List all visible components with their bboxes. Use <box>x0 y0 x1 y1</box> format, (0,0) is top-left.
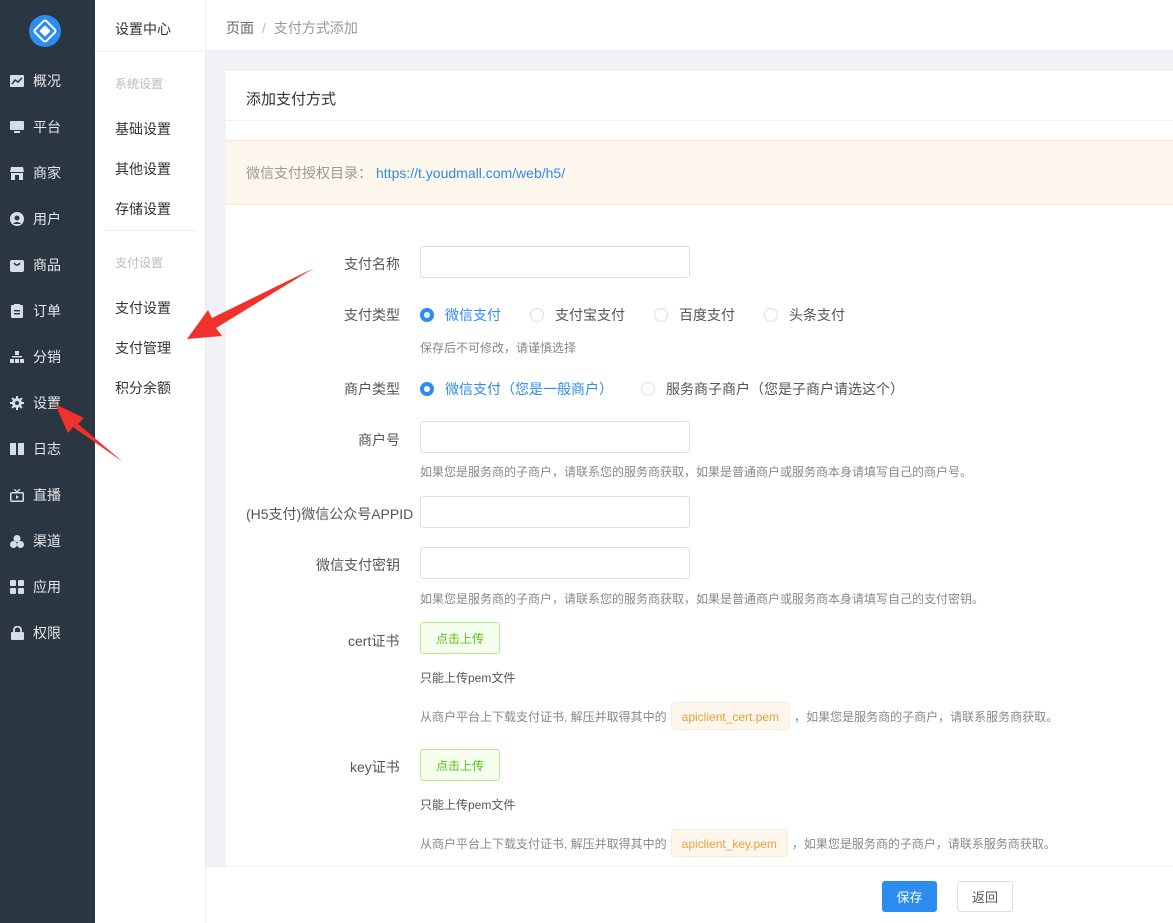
secret-input[interactable] <box>420 547 690 579</box>
auth-directory-notice: 微信支付授权目录： https://t.youdmall.com/web/h5/ <box>226 140 1173 205</box>
book-icon <box>10 442 24 456</box>
form-footer: 保存 返回 <box>206 866 1173 923</box>
user-icon <box>10 212 24 226</box>
back-button[interactable]: 返回 <box>957 881 1013 912</box>
nav-item-live[interactable]: 直播 <box>0 472 95 518</box>
pay-type-hint: 保存后不可修改，请谨慎选择 <box>420 341 577 355</box>
pay-name-input[interactable] <box>420 246 690 278</box>
breadcrumb: 页面 / 支付方式添加 <box>226 18 358 38</box>
cert-upload-button[interactable]: 点击上传 <box>420 622 500 654</box>
submenu-item-storage[interactable]: 存储设置 <box>115 199 171 219</box>
pay-type-label: 支付类型 <box>344 307 400 323</box>
nav-item-channel[interactable]: 渠道 <box>0 518 95 564</box>
submenu-divider <box>95 51 206 52</box>
clipboard-icon <box>10 304 24 318</box>
settings-submenu: 设置中心 系统设置 基础设置 其他设置 存储设置 支付设置 支付设置 支付管理 … <box>95 0 206 923</box>
radio-dot <box>654 308 668 322</box>
monitor-icon <box>10 120 24 134</box>
lock-icon <box>10 626 24 640</box>
nav-item-platform[interactable]: 平台 <box>0 104 95 150</box>
mch-id-input[interactable] <box>420 421 690 453</box>
key-pem-note: 只能上传pem文件 <box>420 798 516 812</box>
submenu-item-other[interactable]: 其他设置 <box>115 159 171 179</box>
submenu-item-payment-management[interactable]: 支付管理 <box>115 338 171 358</box>
breadcrumb-separator: / <box>262 20 266 36</box>
form-card: 添加支付方式 微信支付授权目录： https://t.youdmall.com/w… <box>226 71 1173 866</box>
appid-input[interactable] <box>420 496 690 528</box>
pay-type-radio-alipay[interactable]: 支付宝支付 <box>530 305 625 325</box>
nav-item-distribution[interactable]: 分销 <box>0 334 95 380</box>
merchant-type-label: 商户类型 <box>344 381 400 397</box>
nav-item-permission[interactable]: 权限 <box>0 610 95 656</box>
bag-icon <box>10 258 24 272</box>
sitemap-icon <box>10 350 24 364</box>
nav-item-apps[interactable]: 应用 <box>0 564 95 610</box>
submenu-item-payment-settings[interactable]: 支付设置 <box>115 298 171 318</box>
radio-dot <box>420 308 434 322</box>
nav-item-user[interactable]: 用户 <box>0 196 95 242</box>
submenu-item-points-balance[interactable]: 积分余额 <box>115 378 171 398</box>
submenu-item-basic[interactable]: 基础设置 <box>115 119 171 139</box>
submenu-group-system: 系统设置 <box>115 77 164 91</box>
tv-icon <box>10 488 24 502</box>
cert-file-tag: apiclient_cert.pem <box>670 702 791 730</box>
merchant-type-radio-sub[interactable]: 服务商子商户（您是子商户请选这个） <box>641 379 904 399</box>
breadcrumb-current: 支付方式添加 <box>273 20 358 36</box>
radio-dot <box>764 308 778 322</box>
page-title: 添加支付方式 <box>246 91 337 108</box>
mch-id-label: 商户号 <box>358 432 400 448</box>
radio-dot <box>641 382 655 396</box>
key-label: key证书 <box>350 759 400 775</box>
pay-type-radio-baidu[interactable]: 百度支付 <box>654 305 735 325</box>
radio-dot <box>420 382 434 396</box>
nav-item-merchant[interactable]: 商家 <box>0 150 95 196</box>
notice-label: 微信支付授权目录： <box>246 164 372 181</box>
breadcrumb-root[interactable]: 页面 <box>226 20 254 36</box>
key-upload-button[interactable]: 点击上传 <box>420 749 500 781</box>
notice-url-link[interactable]: https://t.youdmall.com/web/h5/ <box>376 165 565 181</box>
save-button[interactable]: 保存 <box>882 881 937 912</box>
pay-type-radio-wechat[interactable]: 微信支付 <box>420 305 501 325</box>
cert-pem-note: 只能上传pem文件 <box>420 671 516 685</box>
nav-item-order[interactable]: 订单 <box>0 288 95 334</box>
submenu-group-payment: 支付设置 <box>115 256 164 270</box>
appid-label: (H5支付)微信公众号APPID <box>246 506 414 522</box>
cert-label: cert证书 <box>348 633 400 649</box>
card-divider <box>226 120 1173 121</box>
pay-name-label: 支付名称 <box>344 256 400 272</box>
cert-description: 从商户平台上下载支付证书, 解压并取得其中的 apiclient_cert.pem… <box>420 702 1058 730</box>
nav-item-overview[interactable]: 概况 <box>0 58 95 104</box>
nav-item-log[interactable]: 日志 <box>0 426 95 472</box>
key-file-tag: apiclient_key.pem <box>670 829 788 857</box>
store-icon <box>10 166 24 180</box>
submenu-divider <box>105 230 195 231</box>
page-header: 页面 / 支付方式添加 <box>206 0 1173 51</box>
logo-icon[interactable] <box>29 15 61 47</box>
radio-dot <box>530 308 544 322</box>
cubes-icon <box>10 534 24 548</box>
secret-hint: 如果您是服务商的子商户，请联系您的服务商获取，如果是普通商户或服务商本身请填写自… <box>420 592 985 606</box>
mch-id-hint: 如果您是服务商的子商户，请联系您的服务商获取，如果是普通商户或服务商本身请填写自… <box>420 465 973 479</box>
submenu-title: 设置中心 <box>115 21 171 37</box>
nav-item-goods[interactable]: 商品 <box>0 242 95 288</box>
merchant-type-radio-normal[interactable]: 微信支付（您是一般商户） <box>420 379 613 399</box>
secret-label: 微信支付密钥 <box>316 557 400 573</box>
key-description: 从商户平台上下载支付证书, 解压并取得其中的 apiclient_key.pem，… <box>420 829 1056 857</box>
grid-icon <box>10 580 24 594</box>
chart-icon <box>10 74 24 88</box>
nav-item-settings[interactable]: 设置 <box>0 380 95 426</box>
pay-type-radio-toutiao[interactable]: 头条支付 <box>764 305 845 325</box>
main-nav: 概况 平台 商家 用户 商品 订单 分销 设置 日志 直播 渠道 应用 权限 <box>0 0 95 923</box>
gear-icon <box>10 396 24 410</box>
